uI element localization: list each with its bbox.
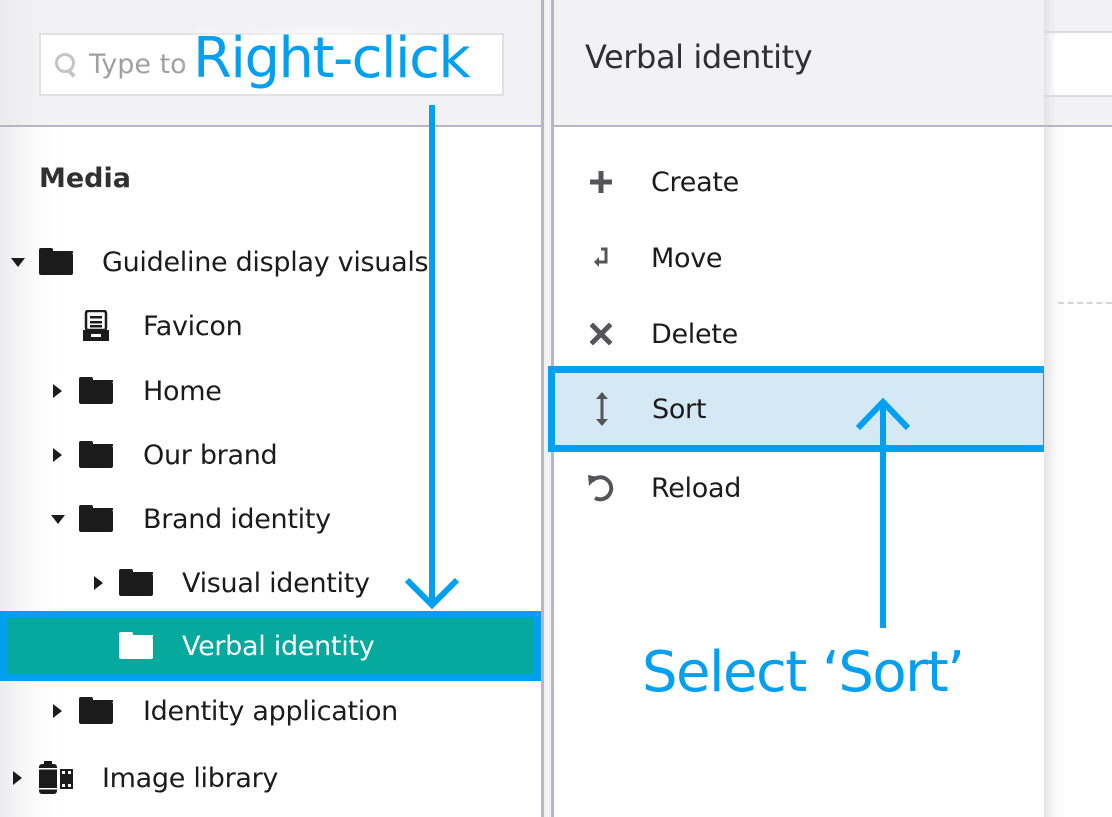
caret-right-icon[interactable]: [13, 771, 22, 785]
tree-item-guideline-display-visuals[interactable]: Guideline display visuals: [0, 230, 541, 294]
caret-down-icon[interactable]: [51, 514, 65, 524]
background-content-panel: [1044, 0, 1112, 817]
menu-item-reload[interactable]: Reload: [554, 450, 1044, 526]
tree-item-label: Our brand: [143, 439, 278, 471]
annotation-select-sort: Select ‘Sort’: [642, 640, 965, 705]
tree-item-label: Image library: [102, 762, 279, 794]
section-title-media: Media: [39, 163, 131, 194]
media-tree-panel: Media Guideline display visuals Favicon …: [0, 0, 542, 817]
panel-input-band: [1044, 35, 1112, 95]
tree-item-favicon[interactable]: Favicon: [0, 294, 541, 358]
menu-header: Verbal identity: [554, 0, 1044, 127]
menu-item-label: Move: [651, 242, 723, 274]
tree-item-label: Brand identity: [143, 503, 331, 535]
menu-title: Verbal identity: [585, 38, 813, 76]
folder-icon: [119, 632, 153, 660]
tree-item-label: Visual identity: [182, 567, 370, 599]
menu-item-label: Delete: [651, 318, 738, 350]
tree-item-visual-identity[interactable]: Visual identity: [0, 551, 541, 615]
panel-header-band: [1044, 0, 1112, 33]
tree-item-our-brand[interactable]: Our brand: [0, 423, 541, 487]
sort-vertical-icon: [587, 392, 617, 426]
menu-item-label: Sort: [652, 393, 707, 425]
folder-icon: [119, 569, 153, 597]
folder-icon: [39, 248, 73, 276]
media-library-icon: [38, 761, 74, 795]
panel-toolbar-band: [1044, 95, 1112, 127]
caret-right-icon[interactable]: [53, 448, 62, 462]
tree-item-brand-identity[interactable]: Brand identity: [0, 487, 541, 551]
dashed-divider: [1058, 302, 1112, 304]
tree-item-image-library[interactable]: Image library: [0, 746, 541, 810]
plus-icon: [586, 167, 616, 197]
archive-icon: [82, 309, 110, 342]
annotation-right-click: Right-click: [183, 26, 480, 91]
reload-icon: [586, 473, 616, 503]
menu-item-delete[interactable]: Delete: [554, 296, 1044, 372]
tree-item-label: Verbal identity: [182, 630, 375, 662]
caret-down-icon[interactable]: [11, 257, 25, 267]
tree-item-label: Home: [143, 375, 222, 407]
menu-item-label: Create: [651, 166, 739, 198]
caret-right-icon[interactable]: [53, 704, 62, 718]
menu-item-sort[interactable]: Sort: [548, 366, 1050, 452]
menu-item-move[interactable]: Move: [554, 220, 1044, 296]
tree-item-label: Guideline display visuals: [102, 246, 429, 278]
folder-icon: [79, 441, 113, 469]
folder-icon: [79, 377, 113, 405]
tree-item-identity-application[interactable]: Identity application: [0, 679, 541, 743]
tree-item-home[interactable]: Home: [0, 359, 541, 423]
folder-icon: [79, 697, 113, 725]
tree-item-label: Identity application: [143, 695, 398, 727]
caret-right-icon[interactable]: [94, 576, 103, 590]
move-arrow-icon: [586, 243, 616, 273]
menu-item-create[interactable]: Create: [554, 144, 1044, 220]
x-icon: [586, 319, 616, 349]
tree-item-label: Favicon: [143, 310, 243, 342]
tree-item-verbal-identity[interactable]: Verbal identity: [0, 611, 541, 681]
folder-icon: [79, 505, 113, 533]
caret-right-icon[interactable]: [53, 384, 62, 398]
menu-item-label: Reload: [651, 472, 742, 504]
search-icon: [53, 52, 79, 78]
